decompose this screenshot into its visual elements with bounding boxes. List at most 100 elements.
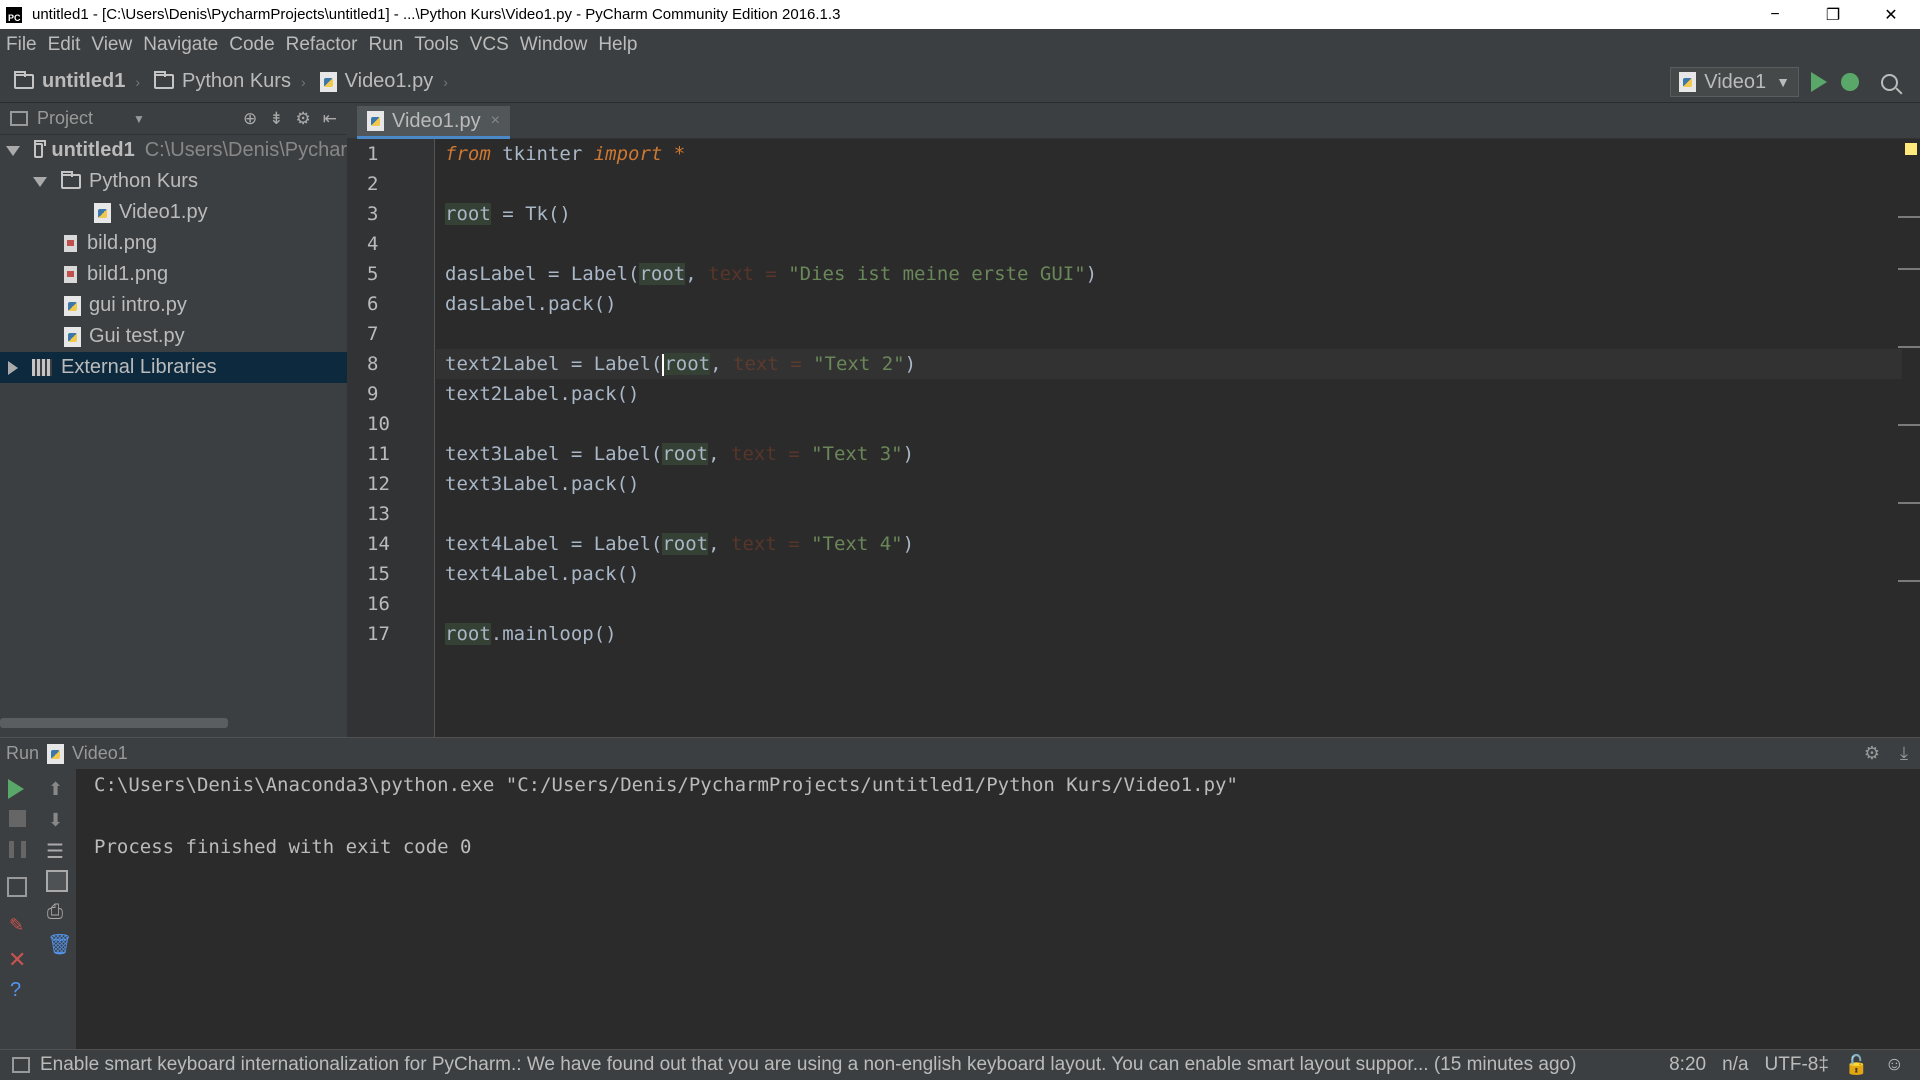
expand-arrow-icon[interactable] [33, 176, 47, 187]
caret-position[interactable]: 8:20 [1669, 1054, 1706, 1076]
soft-wrap-icon[interactable]: ☰ [46, 839, 66, 863]
menu-refactor[interactable]: Refactor [286, 34, 358, 56]
collapse-all-icon[interactable]: ⇟ [269, 109, 283, 129]
horizontal-scrollbar[interactable] [0, 718, 228, 728]
code-line[interactable] [436, 589, 1902, 619]
pause-icon[interactable] [9, 841, 26, 858]
tree-item-external-libraries[interactable]: External Libraries [0, 352, 347, 383]
close-window-button[interactable]: ✕ [1862, 0, 1920, 29]
gear-icon[interactable]: ⚙ [296, 109, 311, 129]
line-number: 15 [367, 563, 390, 585]
menu-tools[interactable]: Tools [414, 34, 458, 56]
code-line[interactable]: root.mainloop() [436, 619, 1902, 649]
line-number: 13 [367, 503, 390, 525]
run-console[interactable]: C:\Users\Denis\Anaconda3\python.exe "C:/… [76, 769, 1920, 1049]
run-configuration-select[interactable]: Video1 ▼ [1670, 67, 1799, 97]
run-icon[interactable] [1811, 72, 1827, 92]
stripe-marker[interactable] [1898, 268, 1920, 270]
menu-file[interactable]: File [6, 34, 37, 56]
stripe-marker[interactable] [1898, 580, 1920, 582]
arrow-down-icon[interactable]: ⬇ [48, 810, 68, 830]
code-line[interactable]: text3Label = Label(root, text = "Text 3"… [436, 439, 1902, 469]
hide-panel-icon[interactable]: ⇤ [323, 109, 337, 129]
line-number: 7 [367, 323, 379, 345]
menu-vcs[interactable]: VCS [470, 34, 509, 56]
minimize-button[interactable]: − [1746, 0, 1804, 29]
code-line[interactable]: text4Label.pack() [436, 559, 1902, 589]
scroll-to-end-icon[interactable] [46, 870, 68, 892]
tree-item-gui-test[interactable]: Gui test.py [0, 321, 347, 352]
code-line[interactable]: text3Label.pack() [436, 469, 1902, 499]
string-token: "Text 2" [813, 353, 905, 375]
close-icon[interactable]: ✕ [8, 947, 28, 972]
menu-run[interactable]: Run [368, 34, 403, 56]
code-editor[interactable]: from tkinter import * root = Tk() dasLab… [436, 139, 1902, 737]
status-message[interactable]: Enable smart keyboard internationalizati… [30, 1054, 1669, 1076]
code-line[interactable]: from tkinter import * [436, 139, 1902, 169]
event-log-icon[interactable]: ☺ [1885, 1054, 1904, 1076]
breadcrumb-file[interactable]: Video1.py › [319, 70, 448, 93]
line-separator[interactable]: n/a [1722, 1054, 1748, 1076]
expand-arrow-icon[interactable] [6, 145, 20, 156]
file-encoding[interactable]: UTF-8‡ [1765, 1054, 1829, 1076]
breadcrumb-project[interactable]: untitled1 › [14, 70, 140, 93]
hide-panel-icon[interactable]: ⤓ [1900, 743, 1908, 764]
help-icon[interactable]: ? [10, 979, 30, 1001]
pin-icon[interactable]: ✎ [9, 915, 29, 935]
menu-window[interactable]: Window [520, 34, 588, 56]
stripe-marker[interactable] [1898, 216, 1920, 218]
menu-help[interactable]: Help [598, 34, 637, 56]
pycharm-app-icon: PC [6, 6, 22, 23]
menu-navigate[interactable]: Navigate [143, 34, 218, 56]
code-line[interactable] [436, 169, 1902, 199]
tree-item-gui-intro[interactable]: gui intro.py [0, 290, 347, 321]
inspection-status-icon[interactable] [1905, 143, 1917, 155]
stop-icon[interactable] [9, 810, 26, 827]
search-icon[interactable] [1881, 73, 1898, 91]
stripe-marker[interactable] [1898, 502, 1920, 504]
gear-icon[interactable]: ⚙ [1864, 743, 1880, 764]
maximize-button[interactable]: ❐ [1804, 0, 1862, 29]
run-panel-title[interactable]: Run [6, 743, 39, 764]
menu-view[interactable]: View [91, 34, 132, 56]
breadcrumb-folder[interactable]: Python Kurs › [154, 70, 306, 93]
print-icon[interactable]: ⎙ [47, 901, 67, 923]
code-line[interactable]: text4Label = Label(root, text = "Text 4"… [436, 529, 1902, 559]
project-panel-title[interactable]: Project [37, 108, 93, 129]
tree-item-bild[interactable]: bild.png [0, 228, 347, 259]
code-line[interactable] [436, 499, 1902, 529]
code-line[interactable]: dasLabel = Label(root, text = "Dies ist … [436, 259, 1902, 289]
debug-icon[interactable] [1841, 73, 1859, 91]
close-icon[interactable]: × [491, 112, 500, 130]
lock-icon[interactable]: 🔓 [1845, 1053, 1869, 1077]
run-tab-label[interactable]: Video1 [72, 743, 128, 764]
collapsed-arrow-icon[interactable] [8, 360, 18, 375]
arrow-up-icon[interactable]: ⬆ [48, 779, 68, 799]
tree-item-bild1[interactable]: bild1.png [0, 259, 347, 290]
code-line-current[interactable]: text2Label = Label(root, text = "Text 2"… [436, 349, 1902, 379]
tree-item-python-kurs[interactable]: Python Kurs [0, 166, 347, 197]
stripe-marker[interactable] [1898, 424, 1920, 426]
error-stripe[interactable] [1902, 139, 1920, 737]
tree-item-untitled1[interactable]: untitled1 C:\Users\Denis\Pychar [0, 135, 347, 166]
locate-icon[interactable]: ⊕ [243, 109, 257, 129]
code-line[interactable]: text2Label.pack() [436, 379, 1902, 409]
code-line[interactable] [436, 409, 1902, 439]
tree-item-video1[interactable]: Video1.py [0, 197, 347, 228]
trash-icon[interactable]: 🗑 [47, 932, 72, 956]
menu-code[interactable]: Code [229, 34, 274, 56]
code-line[interactable] [436, 229, 1902, 259]
code-line[interactable] [436, 319, 1902, 349]
breadcrumb-label: Python Kurs [182, 70, 291, 92]
stripe-marker[interactable] [1898, 346, 1920, 348]
code-line[interactable]: root = Tk() [436, 199, 1902, 229]
tree-item-label: External Libraries [61, 356, 217, 378]
chevron-down-icon[interactable]: ▼ [133, 112, 145, 126]
tab-video1[interactable]: Video1.py × [357, 106, 510, 139]
restore-layout-icon[interactable] [7, 877, 27, 897]
code-line[interactable]: dasLabel.pack() [436, 289, 1902, 319]
toggle-tool-windows-icon[interactable] [12, 1057, 30, 1073]
code-token: ) [902, 443, 915, 465]
menu-edit[interactable]: Edit [48, 34, 81, 56]
rerun-icon[interactable] [8, 779, 24, 799]
